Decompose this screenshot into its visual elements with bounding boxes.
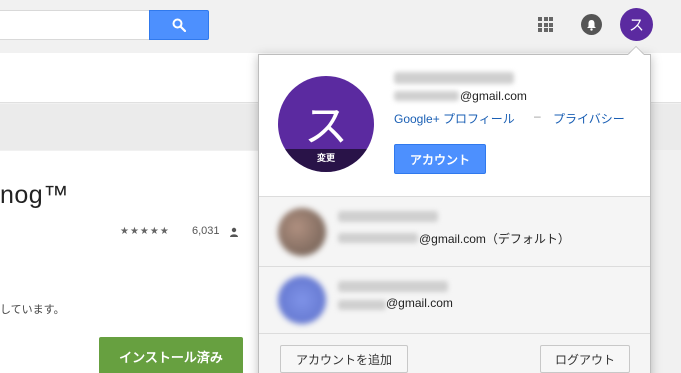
rating-stars: ★★★★★: [120, 226, 170, 237]
account-name-redacted: [338, 281, 448, 292]
search-icon: [172, 18, 186, 32]
account-email-redacted: [338, 233, 418, 243]
profile-avatar[interactable]: ス 変更: [278, 76, 374, 172]
account-email: @gmail.com（デフォルト）: [419, 232, 570, 246]
app-description: しています。: [0, 304, 65, 316]
person-icon: [230, 227, 238, 237]
add-account-button[interactable]: アカウントを追加: [280, 345, 408, 373]
account-avatar: [278, 276, 326, 324]
privacy-link[interactable]: プライバシー: [553, 110, 625, 127]
top-bar: ス: [0, 0, 681, 53]
account-email: @gmail.com: [386, 296, 453, 310]
link-separator: –: [534, 109, 541, 123]
change-photo-label[interactable]: 変更: [278, 149, 374, 172]
app-title: nog™: [0, 181, 69, 209]
google-plus-profile-link[interactable]: Google+ プロフィール: [394, 110, 515, 127]
account-button[interactable]: アカウント: [394, 144, 486, 174]
search-input[interactable]: [0, 10, 150, 40]
bell-icon[interactable]: [581, 14, 602, 35]
account-avatar: [278, 208, 326, 256]
account-row[interactable]: @gmail.com: [259, 267, 650, 333]
account-popup: ス 変更 @gmail.com Google+ プロフィール – プライバシー …: [258, 54, 651, 373]
search-button[interactable]: [149, 10, 209, 40]
avatar-letter: ス: [304, 102, 348, 151]
account-name-redacted: [338, 211, 438, 222]
logout-button[interactable]: ログアウト: [540, 345, 630, 373]
app-detail-card: nog™ ★★★★★ 6,031 しています。 インストール済み: [0, 151, 262, 373]
install-button[interactable]: インストール済み: [99, 337, 243, 373]
popup-caret-inner: [628, 47, 644, 55]
account-email: @gmail.com: [460, 89, 527, 103]
account-name-redacted: [394, 72, 514, 84]
apps-grid-icon[interactable]: [538, 17, 553, 32]
popup-footer: アカウントを追加 ログアウト: [259, 334, 650, 373]
account-avatar-button[interactable]: ス: [620, 8, 653, 41]
account-row-default[interactable]: @gmail.com（デフォルト）: [259, 197, 650, 266]
rating-count: 6,031: [192, 225, 220, 237]
account-email-redacted: [338, 300, 386, 310]
account-email-redacted: [394, 91, 459, 101]
